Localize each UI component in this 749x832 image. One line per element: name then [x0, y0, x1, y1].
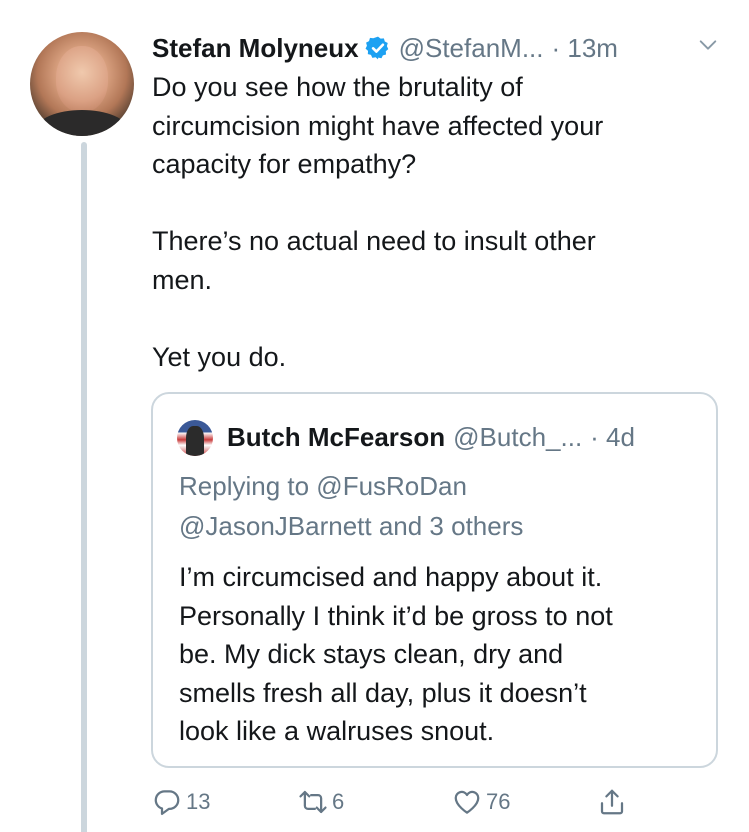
share-button[interactable] [597, 782, 627, 822]
like-count: 76 [486, 789, 511, 814]
quoted-tweet-card[interactable]: Butch McFearson @Butch_... · 4d Replying… [151, 392, 718, 768]
avatar-shirt [36, 110, 128, 136]
tweet-body: Do you see how the brutality of circumci… [152, 68, 722, 376]
quoted-author-handle: @Butch_... [453, 421, 583, 452]
reply-button[interactable]: 13 [152, 782, 210, 822]
replying-to-line: Replying to @FusRoDan [179, 471, 467, 501]
tweet-text-line: capacity for empathy? [152, 149, 417, 179]
quoted-text-line: smells fresh all day, plus it doesn’t [179, 677, 587, 708]
tweet-text-line: men. [152, 264, 213, 295]
retweet-count: 6 [332, 789, 345, 814]
retweet-button[interactable]: 6 [298, 782, 344, 822]
reply-count: 13 [186, 789, 211, 814]
tweet-text-line: Do you see how the brutality of [152, 72, 523, 102]
author-handle[interactable]: @StefanM... [399, 33, 544, 64]
quoted-text-line: be. My dick stays clean, dry and [179, 639, 564, 669]
like-button[interactable]: 76 [452, 782, 510, 822]
quoted-tweet-body: I’m circumcised and happy about it. Pers… [179, 558, 699, 751]
quoted-author-avatar [177, 420, 213, 456]
author-name[interactable]: Stefan Molyneux [152, 33, 359, 64]
replying-to-line: @JasonJBarnett and 3 others [179, 511, 524, 541]
quoted-tweet-timestamp: · 4d [590, 421, 635, 452]
replying-to-context: Replying to @FusRoDan @JasonJBarnett and… [179, 466, 699, 546]
tweet-header: Stefan Molyneux @StefanM... · 13m [152, 28, 729, 68]
verified-badge-icon [365, 36, 388, 60]
chevron-down-icon[interactable] [697, 34, 719, 56]
heart-icon [454, 790, 480, 814]
quoted-text-line: Personally I think it’d be gross to not [179, 600, 613, 631]
quoted-tweet-header: Butch McFearson @Butch_... · 4d [227, 418, 635, 456]
tweet-text-line: Yet you do. [152, 341, 287, 372]
quoted-text-line: look like a walruses snout. [179, 716, 495, 746]
reply-icon [154, 790, 180, 815]
author-avatar[interactable] [30, 32, 134, 136]
tweet-text-line: circumcision might have affected your [152, 110, 604, 141]
quoted-author-name: Butch McFearson [227, 421, 446, 452]
tweet-actions-bar: 13 6 76 [152, 782, 652, 822]
avatar-face [56, 46, 108, 112]
tweet-timestamp[interactable]: · 13m [552, 33, 618, 64]
thread-connector-line [81, 142, 87, 832]
tweet-text-line: There’s no actual need to insult other [152, 226, 596, 256]
quoted-text-line: I’m circumcised and happy about it. [179, 562, 603, 592]
retweet-icon [299, 790, 327, 814]
share-icon [600, 789, 624, 815]
avatar-figure [186, 426, 204, 456]
